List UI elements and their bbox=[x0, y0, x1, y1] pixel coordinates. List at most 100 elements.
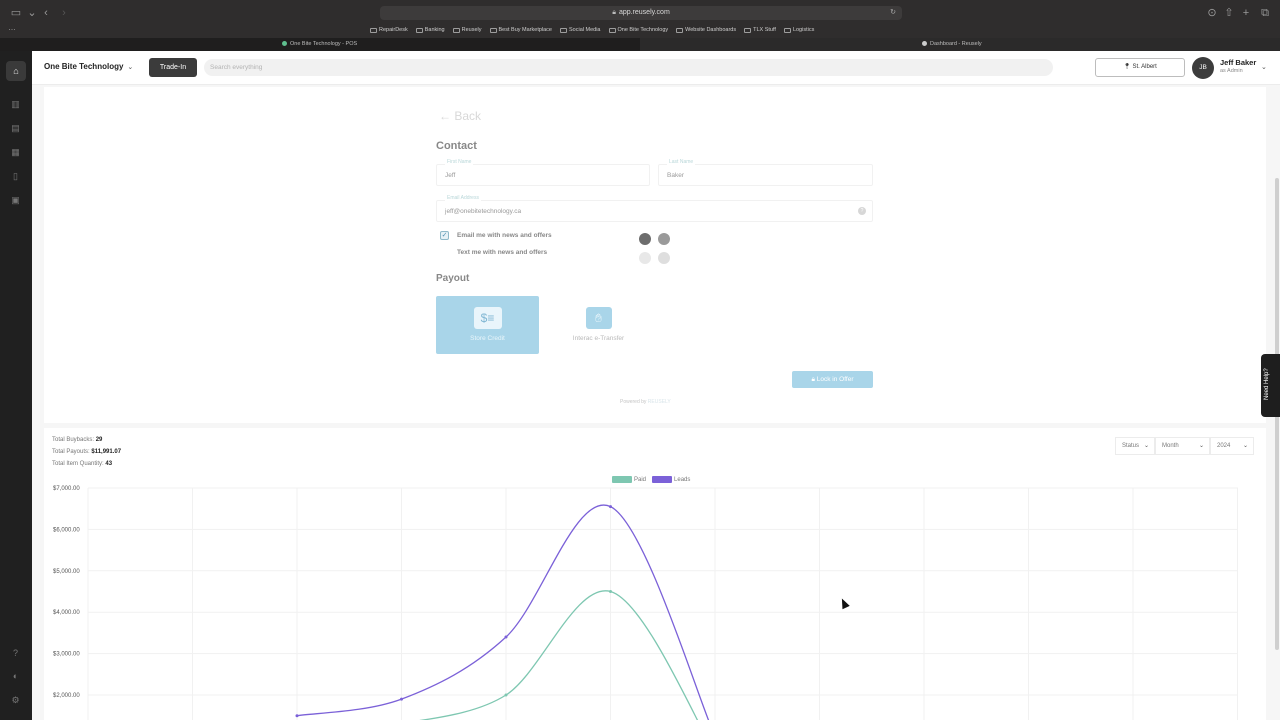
plugin-icon[interactable]: ◐ bbox=[10, 671, 21, 682]
bookmark-label: Social Media bbox=[569, 27, 601, 33]
data-point[interactable] bbox=[504, 693, 508, 697]
toggle-dot bbox=[658, 233, 670, 245]
contact-heading: Contact bbox=[436, 140, 477, 152]
folder-icon bbox=[489, 27, 497, 33]
folder-icon bbox=[676, 27, 684, 33]
last-name-field[interactable]: Last Name Baker bbox=[658, 159, 873, 186]
folder-icon bbox=[415, 27, 423, 33]
legend-swatch bbox=[652, 476, 673, 483]
need-help-label: Need Help? bbox=[1264, 368, 1270, 400]
email-value: jeff@onebitetechnology.ca bbox=[445, 208, 522, 215]
share-icon[interactable]: ⇧ bbox=[1221, 6, 1237, 20]
need-help-tab[interactable]: Need Help? bbox=[1261, 354, 1280, 417]
store-icon[interactable]: ▥ bbox=[10, 99, 21, 110]
bookmark-item[interactable]: Website Dashboards bbox=[676, 24, 736, 36]
legend-item-leads[interactable]: Leads bbox=[652, 476, 690, 483]
inventory-icon[interactable]: ▤ bbox=[10, 123, 21, 134]
bookmark-item[interactable]: Best Buy Marketplace bbox=[489, 24, 553, 36]
location-name: St. Albert bbox=[1132, 64, 1157, 70]
bookmark-item[interactable]: Social Media bbox=[560, 24, 601, 36]
legend-item-paid[interactable]: Paid bbox=[612, 476, 646, 483]
browser-toolbar: ▭ ⌄ ‹ › 🔒︎ app.reusely.com ↻ ⊙ ⇧ + ⧉ ⋯ Re… bbox=[0, 0, 1280, 38]
home-icon[interactable]: ⌂ bbox=[6, 61, 26, 81]
reload-icon[interactable]: ↻ bbox=[890, 6, 896, 20]
chart-legend: Paid Leads bbox=[612, 476, 690, 483]
tab-dashboard[interactable]: Dashboard - Reusely bbox=[640, 38, 1280, 51]
legend-swatch bbox=[612, 476, 632, 483]
email-opt-in-label: Email me with news and offers bbox=[457, 232, 552, 239]
address-bar[interactable]: 🔒︎ app.reusely.com ↻ bbox=[380, 6, 902, 20]
location-selector[interactable]: 📍︎ St. Albert bbox=[1095, 58, 1185, 77]
toggle-dot bbox=[639, 233, 651, 245]
arrow-left-icon: ← bbox=[439, 109, 455, 123]
bookmark-label: Best Buy Marketplace bbox=[498, 27, 553, 33]
chevron-down-icon: ⌄ bbox=[127, 64, 134, 71]
sidebar-toggle-icon[interactable]: ▭ bbox=[8, 6, 24, 20]
folder-icon bbox=[783, 27, 791, 33]
payouts-line-chart: $7,000.00 $6,000.00 $5,000.00 $4,000.00 $3,0… bbox=[53, 486, 1238, 720]
y-tick-label: $2,000.00 bbox=[53, 693, 80, 699]
bookmarks-bar: RepairDesk Banking Reusely Best Buy Marketp… bbox=[370, 24, 814, 36]
brand-name: One Bite Technology bbox=[44, 62, 124, 71]
toggle-dot bbox=[639, 252, 651, 264]
legend-label: Leads bbox=[674, 477, 691, 484]
bookmark-item[interactable]: One Bite Technology bbox=[608, 24, 669, 36]
folder-icon bbox=[744, 27, 752, 33]
reports-icon[interactable]: ▦ bbox=[10, 147, 21, 158]
app-header: One Bite Technology⌄ Trade-In 📍︎ St. Alb… bbox=[32, 51, 1280, 85]
forward-arrow-icon[interactable]: › bbox=[56, 6, 72, 20]
user-name[interactable]: Jeff Baker bbox=[1220, 58, 1256, 67]
lock-in-offer-button[interactable]: 🔒︎ Lock in Offer bbox=[792, 371, 873, 388]
last-name-label: Last Name bbox=[667, 159, 696, 165]
first-name-field[interactable]: First Name Jeff bbox=[436, 159, 650, 186]
bookmark-label: TLX Stuff bbox=[753, 27, 776, 33]
bookmark-item[interactable]: RepairDesk bbox=[370, 24, 408, 36]
bookmark-label: RepairDesk bbox=[379, 27, 408, 33]
data-point[interactable] bbox=[295, 714, 299, 718]
search-input[interactable] bbox=[204, 59, 1053, 76]
new-tab-icon[interactable]: + bbox=[1238, 6, 1254, 20]
bookmark-label: One Bite Technology bbox=[617, 27, 669, 33]
brand-switcher[interactable]: One Bite Technology ⌄ bbox=[44, 62, 133, 71]
first-name-value: Jeff bbox=[445, 172, 456, 179]
bookmark-item[interactable]: Logistics bbox=[783, 24, 814, 36]
data-point[interactable] bbox=[609, 505, 612, 509]
chevron-down-icon[interactable]: ⌄ bbox=[1261, 63, 1267, 71]
payout-option-interac[interactable]: ✋︎ Interac e-Transfer bbox=[547, 296, 650, 354]
avatar[interactable]: JB bbox=[1192, 57, 1214, 79]
orders-icon[interactable]: ▯ bbox=[10, 171, 21, 182]
settings-box-icon[interactable]: ▣ bbox=[10, 195, 21, 206]
payout-option-label: Interac e-Transfer bbox=[572, 335, 625, 342]
powered-by-logo[interactable]: REUSELY bbox=[648, 399, 671, 405]
dashboard-panel: Total Buybacks: 29 Total Payouts: $11,99… bbox=[44, 428, 1266, 720]
payout-option-store-credit[interactable]: $≡ Store Credit bbox=[436, 296, 539, 354]
legend-label: Paid bbox=[634, 477, 647, 484]
left-nav: ⌂ ▥ ▤ ▦ ▯ ▣ ? ◐ ⚙︎ bbox=[0, 51, 32, 720]
grid-icon[interactable]: ⋯ bbox=[4, 24, 20, 38]
tab-title: Dashboard - Reusely bbox=[930, 41, 982, 47]
lock-icon: 🔒︎ bbox=[612, 9, 616, 16]
tab-pos[interactable]: One Bite Technology - POS bbox=[0, 38, 640, 51]
trade-in-button[interactable]: Trade-In bbox=[149, 58, 197, 77]
info-icon[interactable]: ? bbox=[858, 207, 866, 215]
gear-icon[interactable]: ⚙︎ bbox=[10, 695, 21, 706]
bookmark-item[interactable]: TLX Stuff bbox=[744, 24, 776, 36]
data-point[interactable] bbox=[504, 635, 508, 639]
data-point[interactable] bbox=[400, 697, 403, 701]
tab-overview-icon[interactable]: ⧉ bbox=[1257, 6, 1273, 20]
download-icon[interactable]: ⊙ bbox=[1204, 6, 1220, 20]
powered-by: Powered by REUSELY bbox=[620, 399, 671, 405]
data-point[interactable] bbox=[609, 590, 612, 593]
folder-icon bbox=[608, 27, 616, 33]
email-opt-in-checkbox[interactable]: ✓ bbox=[440, 231, 449, 240]
bookmark-item[interactable]: Reusely bbox=[452, 24, 482, 36]
bookmark-label: Reusely bbox=[461, 27, 482, 33]
help-icon[interactable]: ? bbox=[10, 648, 21, 659]
bookmark-label: Website Dashboards bbox=[685, 27, 737, 33]
back-arrow-icon[interactable]: ‹ bbox=[38, 6, 54, 20]
folder-icon bbox=[560, 27, 567, 33]
email-field[interactable]: Email Address jeff@onebitetechnology.ca … bbox=[436, 195, 873, 222]
bookmark-item[interactable]: Banking bbox=[415, 24, 445, 36]
text-opt-in-label: Text me with news and offers bbox=[457, 249, 548, 256]
back-button[interactable]: ← Back bbox=[439, 109, 481, 123]
